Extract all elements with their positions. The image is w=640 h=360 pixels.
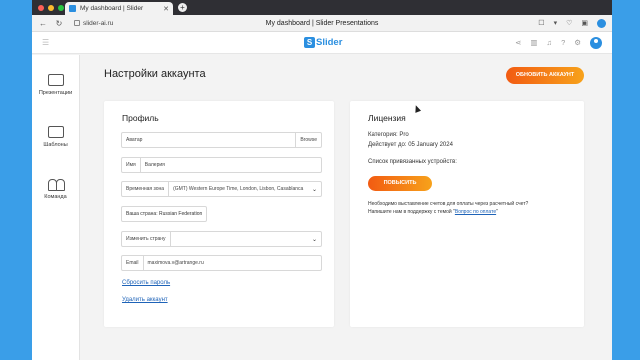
- close-window-button[interactable]: [38, 4, 44, 11]
- share-icon[interactable]: ⋖: [515, 38, 521, 47]
- delete-account-link[interactable]: Удалить аккаунт: [122, 297, 168, 303]
- name-value[interactable]: Валерия: [141, 162, 321, 168]
- lock-icon: [74, 20, 80, 26]
- page-window-title: My dashboard | Slider Presentations: [265, 19, 379, 27]
- page-title: Настройки аккаунта: [104, 68, 206, 80]
- timezone-value: (GMT) Western Europe Time, London, Lisbo…: [173, 186, 304, 192]
- menu-icon[interactable]: ☰: [42, 38, 49, 47]
- slider-favicon-icon: [69, 5, 76, 12]
- reload-icon[interactable]: ↻: [54, 19, 64, 28]
- chevron-down-icon: ⌄: [311, 236, 317, 243]
- browser-tab[interactable]: My dashboard | Slider ✕: [65, 2, 173, 15]
- bookmark-icon[interactable]: ☐: [538, 19, 544, 27]
- browse-button[interactable]: Browse: [295, 133, 321, 147]
- reset-password-link[interactable]: Сбросить пароль: [122, 280, 170, 286]
- sidebar-item-label: Презентации: [38, 90, 73, 96]
- app-header: ☰ S Slider ⋖ ▥ ♫ ? ⚙: [32, 32, 612, 54]
- email-label: Email: [122, 256, 144, 270]
- country-display: Ваша страна: Russian Federation: [121, 206, 208, 222]
- settings-icon[interactable]: ⚙: [574, 38, 581, 47]
- license-heading: Лицензия: [368, 113, 406, 123]
- address-bar: ← ↻ slider-ai.ru My dashboard | Slider P…: [32, 15, 612, 32]
- sidebar-item-label: Команда: [44, 194, 67, 200]
- profile-extension-icon[interactable]: [597, 18, 606, 28]
- update-account-button[interactable]: ОБНОВИТЬ АККАУНТ: [506, 67, 584, 84]
- minimize-window-button[interactable]: [48, 4, 54, 11]
- help-icon[interactable]: ?: [561, 38, 565, 47]
- header-actions: ⋖ ▥ ♫ ? ⚙: [515, 36, 602, 49]
- sidebar-item-team[interactable]: Команда: [32, 167, 79, 211]
- avatar-field[interactable]: Аватар Browse: [121, 132, 322, 148]
- email-field[interactable]: Email maximova.v@artrange.ru: [121, 255, 322, 271]
- templates-icon: [47, 126, 64, 138]
- browser-window: My dashboard | Slider ✕ + ← ↻ slider-ai.…: [32, 0, 612, 360]
- logo-mark-icon: S: [304, 37, 315, 48]
- logo-text: Slider: [316, 37, 343, 48]
- license-card: Лицензия Категория: Pro Действует до: 05…: [350, 101, 584, 327]
- back-icon[interactable]: ←: [38, 19, 48, 28]
- timezone-label: Временная зона: [122, 182, 170, 196]
- close-tab-icon[interactable]: ✕: [163, 5, 169, 13]
- main-content: Настройки аккаунта ОБНОВИТЬ АККАУНТ Проф…: [80, 55, 612, 360]
- bell-icon[interactable]: ♫: [546, 38, 552, 47]
- window-controls: [32, 4, 64, 11]
- tab-strip: My dashboard | Slider ✕ +: [32, 0, 612, 15]
- user-avatar[interactable]: [590, 36, 602, 49]
- chevron-down-icon: ⌄: [311, 186, 317, 193]
- tab-title: My dashboard | Slider: [80, 5, 144, 12]
- timezone-select[interactable]: Временная зона (GMT) Western Europe Time…: [121, 181, 322, 197]
- license-valid-until: Действует до: 05 January 2024: [368, 142, 453, 148]
- profile-card: Профиль Аватар Browse Имя Валерия Времен…: [104, 101, 334, 327]
- presentation-icon: [47, 74, 64, 86]
- maximize-window-button[interactable]: [58, 4, 64, 11]
- heart-icon[interactable]: ♡: [566, 19, 572, 27]
- note-suffix: ": [496, 209, 498, 215]
- change-country-select[interactable]: Изменить страну ⌄: [121, 231, 322, 247]
- note-prefix: Напишите нам в поддержку с темой ": [368, 209, 455, 215]
- linked-devices-label: Список привязанных устройств:: [368, 159, 457, 165]
- payment-question-link[interactable]: Вопрос по оплате: [455, 209, 496, 215]
- url-field[interactable]: slider-ai.ru: [74, 20, 113, 27]
- name-field[interactable]: Имя Валерия: [121, 157, 322, 173]
- team-icon: [47, 178, 65, 191]
- sidebar-item-presentations[interactable]: Презентации: [32, 63, 79, 107]
- vpn-icon[interactable]: ▾: [554, 19, 558, 27]
- new-tab-button[interactable]: +: [178, 3, 187, 12]
- sidebar: Презентации Шаблоны Команда: [32, 55, 80, 360]
- avatar-label: Аватар: [126, 137, 143, 143]
- extensions-icon[interactable]: ▣: [581, 19, 588, 27]
- sidebar-item-templates[interactable]: Шаблоны: [32, 115, 79, 159]
- slider-logo[interactable]: S Slider: [304, 37, 342, 48]
- invoice-note-line1: Необходимо выставление счетов для оплаты…: [368, 201, 529, 207]
- url-text: slider-ai.ru: [83, 19, 114, 27]
- sidebar-item-label: Шаблоны: [43, 142, 68, 148]
- email-value[interactable]: maximova.v@artrange.ru: [144, 260, 321, 266]
- stats-icon[interactable]: ▥: [530, 38, 537, 47]
- profile-heading: Профиль: [122, 113, 159, 123]
- browser-toolbar: ☐ ▾ ♡ ▣: [538, 18, 606, 28]
- invoice-note-line2: Напишите нам в поддержку с темой "Вопрос…: [368, 209, 498, 215]
- change-country-label: Изменить страну: [122, 232, 171, 246]
- upgrade-button[interactable]: ПОВЫСИТЬ: [368, 176, 432, 191]
- name-label: Имя: [122, 158, 141, 172]
- license-category: Категория: Pro: [368, 132, 409, 138]
